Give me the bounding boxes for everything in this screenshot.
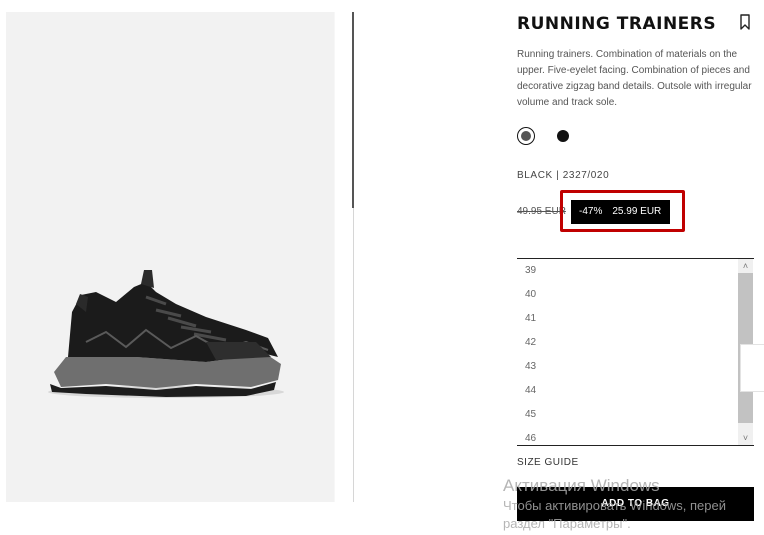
- add-to-bag-button[interactable]: ADD TO BAG: [517, 487, 754, 521]
- discount-percent: -47%: [579, 206, 603, 217]
- size-option[interactable]: 43: [517, 355, 754, 379]
- page-scrollbar-thumb[interactable]: [352, 12, 354, 208]
- product-image[interactable]: [6, 12, 335, 502]
- scroll-up-icon[interactable]: ˄: [739, 260, 752, 272]
- size-option[interactable]: 42: [517, 331, 754, 355]
- size-option[interactable]: 45: [517, 403, 754, 427]
- product-title: RUNNING TRAINERS: [517, 14, 717, 34]
- size-option[interactable]: 44: [517, 379, 754, 403]
- size-option[interactable]: 40: [517, 283, 754, 307]
- size-selector-list[interactable]: 39 40 41 42 43 44 45 46 ˄ ˅: [517, 258, 754, 446]
- color-reference: BLACK | 2327/020: [517, 170, 610, 181]
- size-guide-link[interactable]: SIZE GUIDE: [517, 457, 579, 468]
- side-drawer-tab[interactable]: [740, 344, 764, 392]
- size-option[interactable]: 39: [517, 259, 754, 283]
- color-swatch-black[interactable]: [557, 130, 569, 142]
- sale-price: 25.99 EUR: [612, 206, 662, 217]
- color-swatch-selected[interactable]: [517, 127, 535, 145]
- bookmark-icon[interactable]: [738, 14, 752, 31]
- size-option[interactable]: 46: [517, 427, 754, 445]
- color-swatches: [517, 127, 597, 147]
- scroll-down-icon[interactable]: ˅: [739, 432, 752, 444]
- product-description: Running trainers. Combination of materia…: [517, 49, 752, 108]
- discount-price-badge: -47% 25.99 EUR: [571, 200, 670, 224]
- trainer-shoe-illustration: [48, 270, 284, 398]
- old-price: 49.95 EUR: [517, 206, 566, 217]
- size-option[interactable]: 41: [517, 307, 754, 331]
